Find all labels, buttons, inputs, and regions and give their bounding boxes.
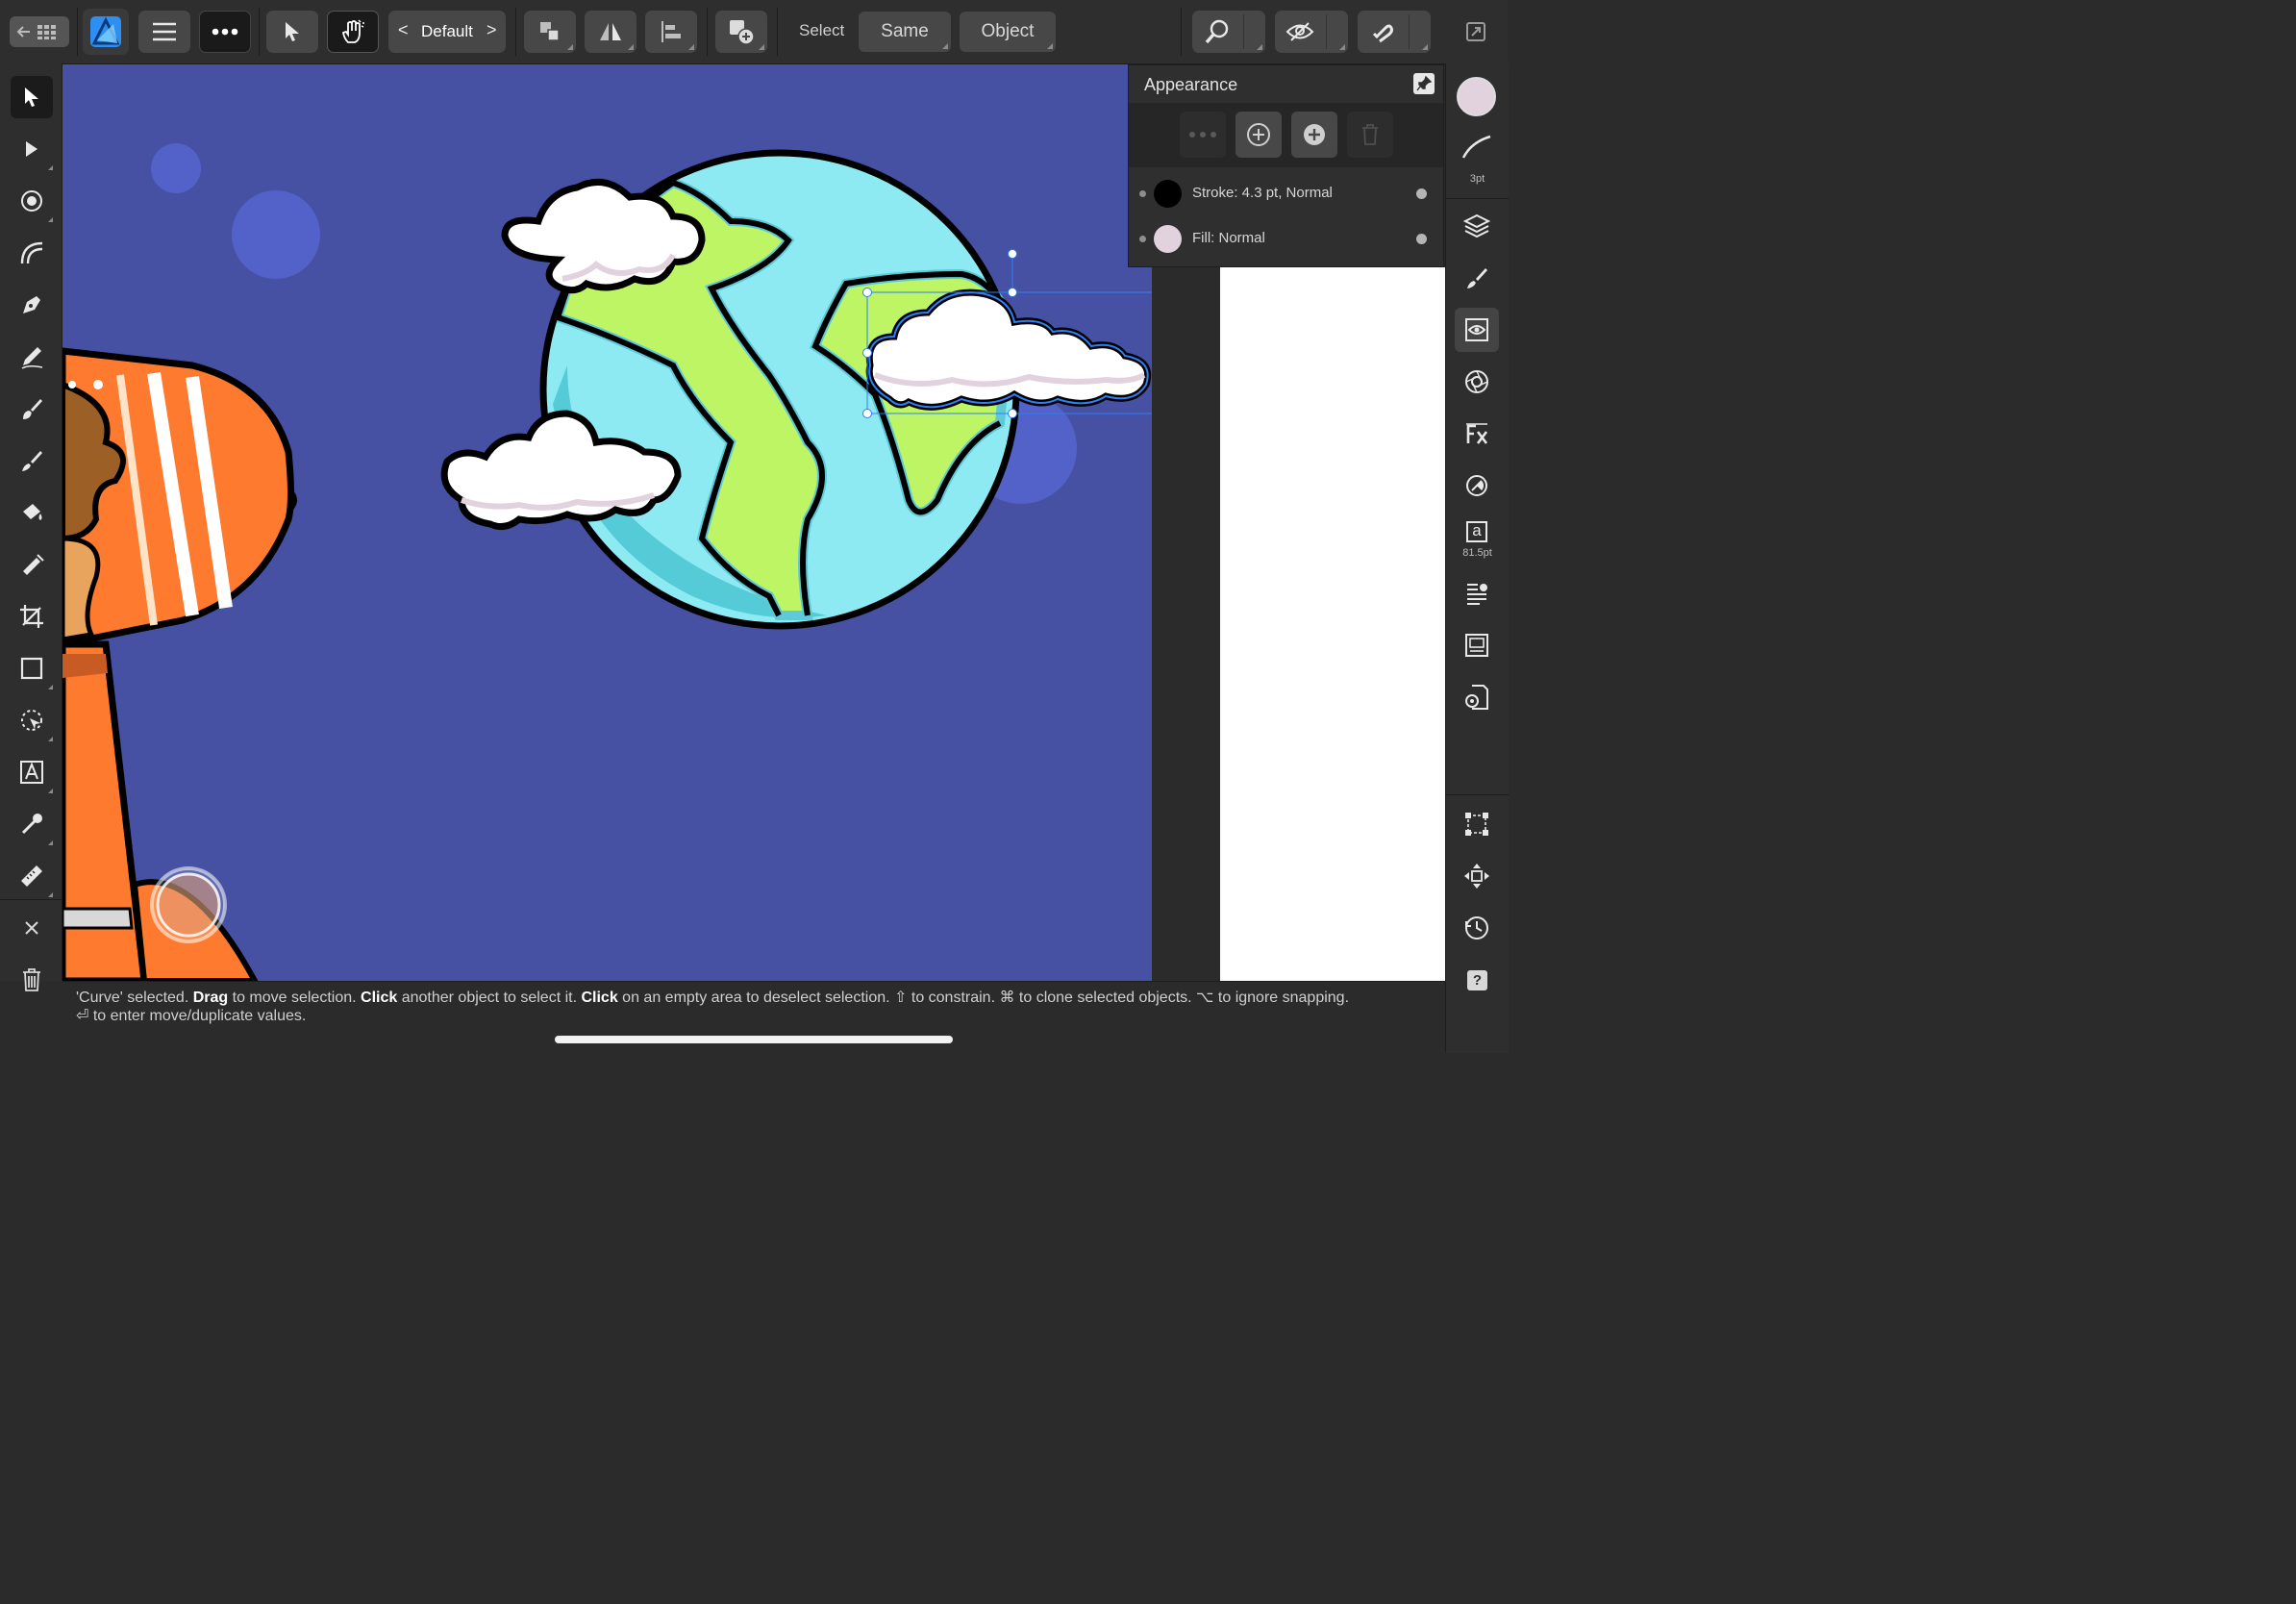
color-picker-icon[interactable] [11,803,53,845]
brushes-icon[interactable] [1455,256,1499,300]
pin-icon[interactable] [1413,73,1435,94]
style-next-button[interactable]: > [487,20,497,40]
more-options-button[interactable] [1180,112,1226,158]
help-icon[interactable]: ? [1455,958,1499,1002]
move-icon[interactable] [1455,854,1499,898]
background-bubble [232,190,320,279]
status-segment: Click [581,990,618,1006]
stroke-width-icon[interactable] [1460,133,1494,162]
artistic-text-icon[interactable] [11,751,53,793]
appearance-icon[interactable] [1455,308,1499,352]
style-prev-button[interactable]: < [398,20,409,40]
node-tool-icon[interactable] [11,128,53,170]
fullscreen-icon[interactable] [1454,11,1498,53]
row-options-dot[interactable] [1416,188,1427,199]
vector-crop-icon[interactable] [11,699,53,741]
style-name: Default [421,22,473,40]
status-segment: another object to select it. [397,990,582,1006]
delete-appearance-button[interactable] [1347,112,1393,158]
more-icon[interactable] [199,11,251,53]
home-indicator[interactable] [555,1036,953,1043]
move-tool-icon[interactable] [11,76,53,118]
fill-label: Fill: Normal [1192,230,1265,246]
select-object-button[interactable]: Object [960,12,1056,52]
text-styles-icon[interactable] [1455,571,1499,615]
design-canvas[interactable] [62,63,1152,981]
align-icon[interactable] [645,11,697,53]
snapping-icon[interactable] [1358,11,1431,53]
styles-icon[interactable] [1455,360,1499,404]
flip-icon[interactable] [585,11,636,53]
back-to-documents-button[interactable] [10,16,69,47]
text-glyph: a [1466,521,1487,542]
corner-tool-icon[interactable] [11,180,53,222]
rectangle-tool-icon[interactable] [11,647,53,689]
fx-icon[interactable] [1455,412,1499,456]
vector-brush-icon[interactable] [11,388,53,430]
status-segment: to move selection. [228,990,362,1006]
stroke-row[interactable]: Stroke: 4.3 pt, Normal [1129,171,1445,215]
history-icon[interactable] [1455,906,1499,950]
add-stroke-button[interactable] [1235,112,1282,158]
tools-panel [0,63,62,991]
status-segment: on an empty area to deselect selection. … [617,990,1350,1006]
transform-icon[interactable] [1455,802,1499,846]
boolean-add-icon[interactable] [715,11,767,53]
stroke-swatch[interactable] [1154,180,1182,208]
top-toolbar: < Default > Select Same Object [0,0,1508,64]
point-transform-icon[interactable] [11,232,53,274]
add-fill-button[interactable] [1291,112,1337,158]
fill-color-swatch[interactable] [1457,77,1496,116]
stroke-label: Stroke: 4.3 pt, Normal [1192,185,1333,201]
style-selector[interactable]: < Default > [388,11,506,53]
select-label: Select [799,21,845,39]
document-settings-icon[interactable] [1455,675,1499,719]
panel-title: Appearance [1144,75,1238,94]
delete-icon[interactable] [11,959,53,1001]
stroke-width-label: 3pt [1469,173,1485,185]
touch-indicator [150,866,227,943]
text-size-label: 81.5pt [1462,547,1492,559]
status-segment: 'Curve' selected. [76,990,193,1006]
background-bubble [151,143,201,193]
fill-tool-icon[interactable] [11,491,53,534]
arrange-icon[interactable] [524,11,576,53]
appearance-panel: Appearance Stroke: 4.3 pt, Normal Fill: … [1128,64,1444,267]
measure-tool-icon[interactable] [11,855,53,897]
row-visibility-dot[interactable] [1139,236,1146,242]
menu-icon[interactable] [138,11,190,53]
fill-swatch[interactable] [1154,225,1182,253]
touch-hand-icon[interactable] [327,11,379,53]
status-text-line-2: ⏎ to enter move/duplicate values. [76,1008,307,1024]
designer-persona-icon[interactable] [83,9,129,55]
close-icon[interactable] [11,907,53,949]
help-glyph: ? [1467,970,1487,990]
layers-icon[interactable] [1455,204,1499,248]
pen-tool-icon[interactable] [11,284,53,326]
status-text-line-1: 'Curve' selected. Drag to move selection… [76,988,1349,1007]
color-wheel-icon[interactable] [1455,464,1499,508]
zoom-icon[interactable] [1192,11,1265,53]
status-segment: Click [361,990,398,1006]
transparency-tool-icon[interactable] [11,543,53,586]
paint-brush-icon[interactable] [11,439,53,482]
fill-row[interactable]: Fill: Normal [1129,216,1445,261]
row-visibility-dot[interactable] [1139,190,1146,197]
status-segment: Drag [192,990,229,1006]
view-mode-icon[interactable] [1275,11,1348,53]
navigator-icon[interactable] [1455,623,1499,667]
row-options-dot[interactable] [1416,234,1427,244]
adjacent-artboard [1220,267,1445,981]
crop-tool-icon[interactable] [11,595,53,638]
pencil-tool-icon[interactable] [11,336,53,378]
select-same-button[interactable]: Same [859,12,951,52]
studio-panel-bar: 3pt a 81.5pt ? [1445,63,1509,1053]
selection-mode-icon[interactable] [266,11,318,53]
